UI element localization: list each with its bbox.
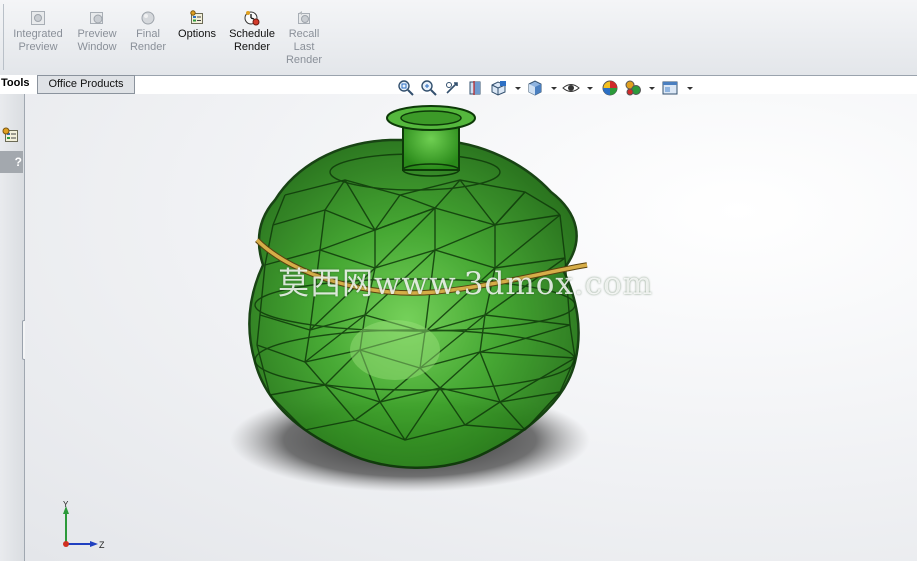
previous-view-icon[interactable]	[444, 79, 462, 97]
preview-window-label-2: Window	[77, 41, 117, 53]
recall-last-render-label-1: Recall	[288, 28, 320, 40]
recall-last-render-button[interactable]: Recall Last Render	[282, 10, 326, 67]
help-button[interactable]: ?	[0, 151, 23, 173]
tab-tools[interactable]: Tools	[0, 75, 37, 93]
vase-body	[248, 138, 580, 469]
render-tools-icon[interactable]	[1, 126, 21, 145]
reference-triad: Y Z	[54, 500, 114, 556]
schedule-render-icon	[244, 10, 260, 26]
apply-scene-icon[interactable]	[624, 79, 642, 97]
recall-last-render-icon	[296, 10, 312, 26]
integrated-preview-label-1: Integrated	[13, 28, 63, 40]
display-style-icon[interactable]	[526, 79, 544, 97]
zoom-to-area-icon[interactable]	[420, 79, 438, 97]
final-render-label-1: Final	[136, 28, 160, 40]
integrated-preview-icon	[30, 10, 46, 26]
hide-show-items-icon[interactable]	[562, 79, 580, 97]
view-orientation-dropdown-icon[interactable]	[509, 79, 521, 97]
view-orientation-icon[interactable]	[490, 79, 508, 97]
final-render-icon	[140, 10, 156, 26]
apply-scene-dropdown-icon[interactable]	[643, 79, 655, 97]
recall-last-render-label-3: Render	[285, 54, 323, 66]
options-icon	[189, 10, 205, 26]
view-settings-icon[interactable]	[661, 79, 679, 97]
schedule-render-button[interactable]: Schedule Render	[224, 10, 280, 54]
options-label-1: Options	[178, 28, 216, 40]
recall-last-render-label-2: Last	[293, 41, 315, 53]
integrated-preview-button[interactable]: Integrated Preview	[8, 10, 68, 54]
preview-window-label-1: Preview	[77, 28, 117, 40]
schedule-render-label-2: Render	[233, 41, 271, 53]
view-settings-dropdown-icon[interactable]	[681, 79, 693, 97]
final-render-label-2: Render	[129, 41, 167, 53]
triad-z-label: Z	[99, 540, 105, 550]
vase-highlight	[350, 320, 440, 380]
schedule-render-label-1: Schedule	[229, 28, 275, 40]
ribbon-separator	[3, 4, 4, 70]
edit-appearance-icon[interactable]	[601, 79, 619, 97]
section-view-icon[interactable]	[467, 79, 485, 97]
integrated-preview-label-2: Preview	[18, 41, 58, 53]
options-button[interactable]: Options	[174, 10, 220, 41]
tab-office-products[interactable]: Office Products	[37, 75, 135, 94]
zoom-to-fit-icon[interactable]	[397, 79, 415, 97]
render-tools-ribbon: Integrated Preview Preview Window Final …	[0, 0, 917, 76]
watermark-text: 莫西网www.3dmox.com	[278, 266, 654, 302]
preview-window-icon	[89, 10, 105, 26]
display-style-dropdown-icon[interactable]	[545, 79, 557, 97]
preview-window-button[interactable]: Preview Window	[70, 10, 124, 54]
triad-y-label: Y	[63, 500, 69, 509]
final-render-button[interactable]: Final Render	[126, 10, 170, 54]
hide-show-dropdown-icon[interactable]	[581, 79, 593, 97]
